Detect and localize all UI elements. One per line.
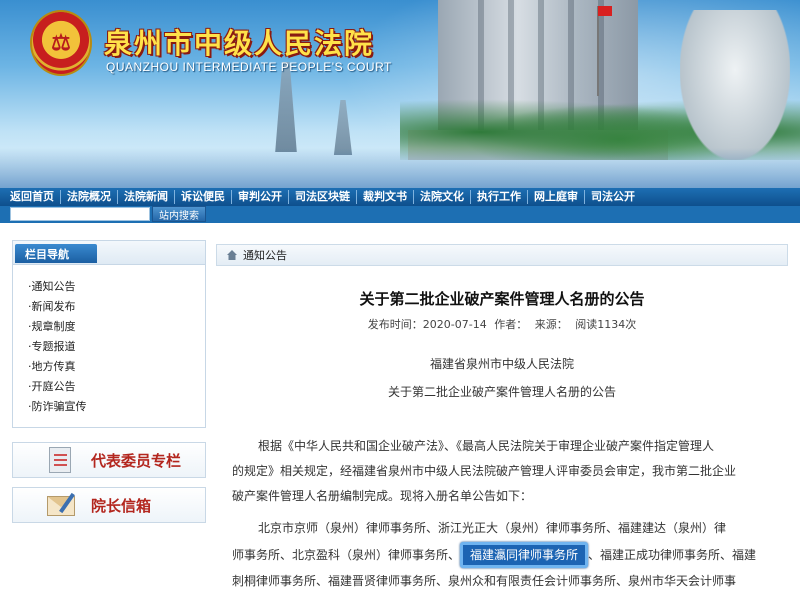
- statue-image: [680, 10, 790, 160]
- sidebar-nav-panel: 栏目导航 ·通知公告 ·新闻发布 ·规章制度 ·专题报道 ·地方传真 ·开庭公告…: [12, 240, 206, 428]
- nav-item-home[interactable]: 返回首页: [4, 190, 61, 204]
- deputies-column-label: 代表委员专栏: [91, 451, 182, 470]
- section-header: 通知公告: [216, 244, 788, 266]
- section-label[interactable]: 通知公告: [243, 247, 287, 263]
- article-title: 关于第二批企业破产案件管理人名册的公告: [359, 290, 645, 308]
- meta-author: 作者：: [494, 318, 528, 331]
- site-title: 泉州市中级人民法院: [104, 27, 375, 60]
- highlighted-firm-link[interactable]: 福建瀛同律师事务所: [460, 542, 589, 568]
- president-mailbox-label: 院长信箱: [91, 496, 152, 515]
- sidebar-item-hearing-notices[interactable]: ·开庭公告: [28, 377, 205, 397]
- banner-water: [0, 148, 800, 188]
- flagpole: [597, 6, 599, 96]
- sidebar-header: 栏目导航: [13, 241, 205, 265]
- text-segment: 、福建正成功律师事务所、福建: [588, 548, 757, 562]
- text-segment: 师事务所、北京盈科（泉州）律师事务所、: [232, 548, 461, 562]
- deputies-column-link[interactable]: 代表委员专栏: [12, 442, 206, 478]
- paragraph-line: 北京市京师（泉州）律师事务所、浙江光正大（泉州）律师事务所、福建建达（泉州）律: [258, 521, 727, 535]
- main-nav: 返回首页 法院概况 法院新闻 诉讼便民 审判公开 司法区块链 裁判文书 法院文化…: [0, 188, 800, 206]
- meta-source: 来源：: [534, 318, 568, 331]
- sidebar-item-news-release[interactable]: ·新闻发布: [28, 297, 205, 317]
- nav-item-judicial-open[interactable]: 司法公开: [585, 190, 641, 204]
- paragraph-line: 师事务所、北京盈科（泉州）律师事务所、 福建瀛同律师事务所 、福建正成功律师事务所、…: [232, 541, 772, 569]
- nav-item-litigation[interactable]: 诉讼便民: [175, 190, 232, 204]
- sidebar-item-notices[interactable]: ·通知公告: [28, 277, 205, 297]
- header-banner: ⚖ 泉州市中级人民法院 QUANZHOU INTERMEDIATE PEOPLE…: [0, 0, 800, 188]
- meta-views: 阅读1134次: [575, 318, 637, 331]
- meta-publish-time: 发布时间：2020-07-14: [367, 318, 487, 331]
- article-paragraph-2: 北京市京师（泉州）律师事务所、浙江光正大（泉州）律师事务所、福建建达（泉州）律 …: [232, 516, 772, 594]
- nav-item-judgments[interactable]: 裁判文书: [357, 190, 414, 204]
- paragraph-line: 破产案件管理人名册编制完成。现将入册名单公告如下：: [232, 489, 533, 503]
- sidebar-item-special-reports[interactable]: ·专题报道: [28, 337, 205, 357]
- sidebar-item-local-news[interactable]: ·地方传真: [28, 357, 205, 377]
- nav-item-online-trial[interactable]: 网上庭审: [528, 190, 585, 204]
- document-icon: [45, 447, 79, 473]
- article-meta: 发布时间：2020-07-14 作者： 来源： 阅读1134次: [216, 316, 788, 332]
- nav-item-overview[interactable]: 法院概况: [61, 190, 118, 204]
- nav-item-blockchain[interactable]: 司法区块链: [289, 190, 357, 204]
- search-input[interactable]: [10, 207, 150, 221]
- sidebar-item-anti-fraud[interactable]: ·防诈骗宣传: [28, 397, 205, 417]
- sidebar-heading: 栏目导航: [15, 244, 97, 263]
- president-mailbox-link[interactable]: 院长信箱: [12, 487, 206, 523]
- paragraph-line: 的规定》相关规定，经福建省泉州市中级人民法院破产管理人评审委员会审定，我市第二批…: [232, 464, 737, 478]
- sidebar-list: ·通知公告 ·新闻发布 ·规章制度 ·专题报道 ·地方传真 ·开庭公告 ·防诈骗…: [13, 265, 205, 417]
- nav-item-enforcement[interactable]: 执行工作: [471, 190, 528, 204]
- paragraph-line: 根据《中华人民共和国企业破产法》、《最高人民法院关于审理企业破产案件指定管理人: [258, 439, 715, 453]
- article-issuer: 福建省泉州市中级人民法院: [429, 357, 574, 371]
- scales-of-justice-icon: ⚖: [51, 30, 71, 56]
- nav-item-trial-open[interactable]: 审判公开: [232, 190, 289, 204]
- nav-item-news[interactable]: 法院新闻: [118, 190, 175, 204]
- court-emblem-icon: ⚖: [30, 10, 92, 76]
- search-button[interactable]: 站内搜索: [152, 206, 206, 222]
- article-subtitle: 关于第二批企业破产案件管理人名册的公告: [387, 385, 616, 399]
- sidebar-item-regulations[interactable]: ·规章制度: [28, 317, 205, 337]
- flag-icon: [598, 6, 612, 16]
- site-subtitle: QUANZHOU INTERMEDIATE PEOPLE'S COURT: [106, 60, 392, 74]
- mail-icon: [45, 492, 79, 518]
- pagoda-image: [275, 62, 297, 152]
- paragraph-line: 刺桐律师事务所、福建晋贤律师事务所、泉州众和有限责任会计师事务所、泉州市华天会计…: [232, 574, 737, 588]
- nav-item-culture[interactable]: 法院文化: [414, 190, 471, 204]
- home-icon: [227, 250, 237, 260]
- article-paragraph-1: 根据《中华人民共和国企业破产法》、《最高人民法院关于审理企业破产案件指定管理人 …: [232, 434, 772, 509]
